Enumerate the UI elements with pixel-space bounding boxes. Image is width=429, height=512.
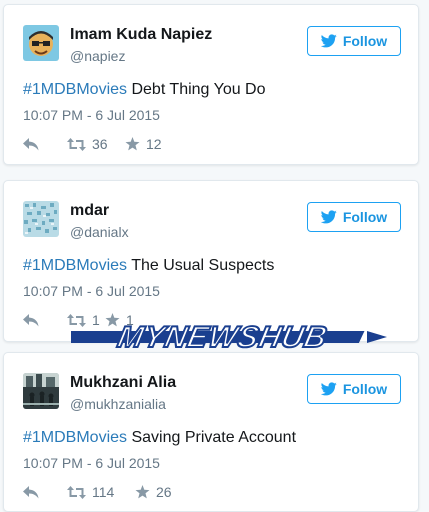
like-button[interactable]: 1	[105, 312, 165, 328]
follow-label: Follow	[342, 209, 388, 225]
display-name[interactable]: mdar	[70, 202, 109, 220]
avatar[interactable]	[23, 25, 59, 61]
reply-button[interactable]	[23, 137, 67, 151]
follow-button[interactable]: Follow	[307, 26, 401, 56]
tweet-card: Imam Kuda Napiez @napiez Follow #1MDBMov…	[3, 4, 419, 165]
like-count: 26	[156, 484, 172, 500]
bird-icon	[320, 34, 337, 48]
retweet-button[interactable]: 1	[67, 312, 105, 328]
star-icon	[105, 313, 120, 327]
like-count: 12	[146, 136, 162, 152]
star-icon	[135, 485, 150, 499]
reply-icon	[23, 313, 39, 326]
reply-button[interactable]	[23, 485, 67, 499]
reply-icon	[23, 137, 39, 150]
retweet-button[interactable]: 36	[67, 136, 125, 152]
tweet-body: Debt Thing You Do	[127, 81, 266, 98]
follow-button[interactable]: Follow	[307, 202, 401, 232]
tweet-text: #1MDBMovies Debt Thing You Do	[23, 81, 266, 99]
star-icon	[125, 137, 140, 151]
tweet-actions: 114 26	[23, 483, 195, 501]
tweet-body: Saving Private Account	[127, 429, 297, 446]
retweet-count: 114	[92, 484, 115, 500]
retweet-icon	[67, 485, 86, 499]
avatar[interactable]	[23, 373, 59, 409]
retweet-count: 36	[92, 136, 108, 152]
timestamp[interactable]: 10:07 PM - 6 Jul 2015	[23, 455, 160, 471]
tweet-body: The Usual Suspects	[127, 257, 275, 274]
user-handle[interactable]: @mukhzanialia	[70, 396, 166, 412]
avatar[interactable]	[23, 201, 59, 237]
tweet-text: #1MDBMovies The Usual Suspects	[23, 257, 274, 275]
user-handle[interactable]: @danialx	[70, 224, 129, 240]
follow-label: Follow	[342, 33, 388, 49]
like-button[interactable]: 12	[125, 136, 185, 152]
tweet-text: #1MDBMovies Saving Private Account	[23, 429, 296, 447]
follow-label: Follow	[342, 381, 388, 397]
hashtag-link[interactable]: #1MDBMovies	[23, 429, 127, 446]
bird-icon	[320, 382, 337, 396]
timestamp[interactable]: 10:07 PM - 6 Jul 2015	[23, 107, 160, 123]
reply-button[interactable]	[23, 313, 67, 327]
hashtag-link[interactable]: #1MDBMovies	[23, 81, 127, 98]
like-count: 1	[126, 312, 134, 328]
hashtag-link[interactable]: #1MDBMovies	[23, 257, 127, 274]
tweet-actions: 36 12	[23, 135, 185, 153]
timestamp[interactable]: 10:07 PM - 6 Jul 2015	[23, 283, 160, 299]
retweet-icon	[67, 313, 86, 327]
retweet-button[interactable]: 114	[67, 484, 135, 500]
display-name[interactable]: Imam Kuda Napiez	[70, 26, 212, 44]
user-handle[interactable]: @napiez	[70, 48, 125, 64]
reply-icon	[23, 485, 39, 498]
tweet-actions: 1 1	[23, 311, 165, 329]
like-button[interactable]: 26	[135, 484, 195, 500]
display-name[interactable]: Mukhzani Alia	[70, 374, 176, 392]
retweet-icon	[67, 137, 86, 151]
bird-icon	[320, 210, 337, 224]
retweet-count: 1	[92, 312, 100, 328]
tweet-card: mdar @danialx Follow #1MDBMovies The Usu…	[3, 180, 419, 342]
follow-button[interactable]: Follow	[307, 374, 401, 404]
tweet-card: Mukhzani Alia @mukhzanialia Follow #1MDB…	[3, 352, 419, 512]
